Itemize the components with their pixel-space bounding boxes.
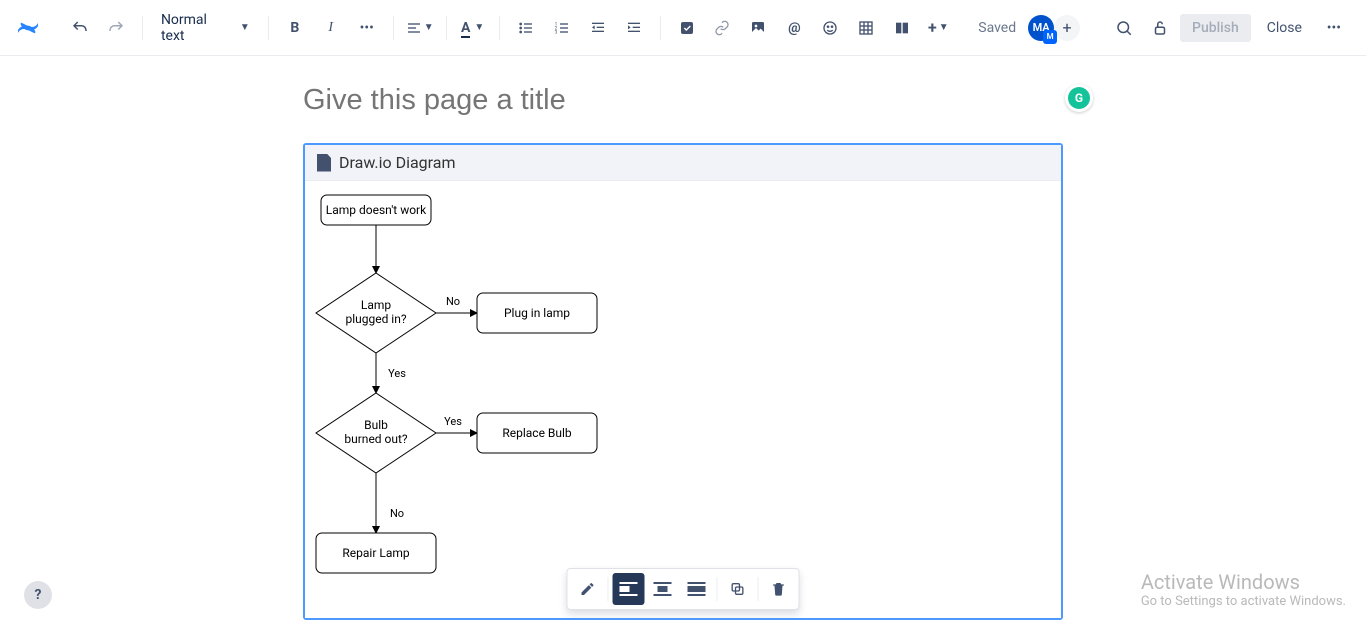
- saved-status: Saved: [978, 20, 1016, 36]
- text-style-label: Normal text: [161, 12, 234, 44]
- mention-button[interactable]: @: [778, 12, 810, 44]
- editor-toolbar: Normal text ▼ B I ••• ▼ A ▼ 123 @: [0, 0, 1366, 56]
- align-center-button[interactable]: [647, 573, 679, 605]
- win-line2: Go to Settings to activate Windows.: [1141, 594, 1346, 609]
- win-line1: Activate Windows: [1141, 570, 1346, 594]
- windows-activation-watermark: Activate Windows Go to Settings to activ…: [1141, 570, 1346, 609]
- italic-button[interactable]: I: [315, 12, 347, 44]
- undo-button[interactable]: [64, 12, 96, 44]
- node-d2-l2: burned out?: [344, 432, 408, 446]
- diagram-canvas: Lamp doesn't work Lamp plugged in? No Pl…: [305, 181, 1061, 618]
- link-button[interactable]: [706, 12, 738, 44]
- publish-button[interactable]: Publish: [1180, 14, 1251, 42]
- help-button[interactable]: ?: [24, 581, 52, 609]
- bold-button[interactable]: B: [279, 12, 311, 44]
- edge-d2-yes: Yes: [444, 415, 462, 428]
- node-start: Lamp doesn't work: [326, 203, 427, 217]
- node-a2: Replace Bulb: [502, 426, 572, 440]
- close-label: Close: [1267, 20, 1302, 36]
- user-avatar[interactable]: MA M: [1028, 15, 1054, 41]
- outdent-button[interactable]: [582, 12, 614, 44]
- text-color-dropdown[interactable]: A ▼: [457, 12, 489, 44]
- avatar-badge: M: [1043, 30, 1057, 44]
- restrictions-button[interactable]: [1144, 12, 1176, 44]
- indent-button[interactable]: [618, 12, 650, 44]
- close-button[interactable]: Close: [1255, 14, 1314, 42]
- align-wide-button[interactable]: [681, 573, 713, 605]
- align-left-button[interactable]: [613, 573, 645, 605]
- edge-d1-no: No: [446, 295, 460, 308]
- node-end: Repair Lamp: [342, 546, 409, 560]
- macro-title: Draw.io Diagram: [339, 153, 456, 172]
- layouts-button[interactable]: [886, 12, 918, 44]
- align-dropdown[interactable]: ▼: [404, 12, 436, 44]
- more-formatting-button[interactable]: •••: [351, 12, 383, 44]
- redo-button[interactable]: [100, 12, 132, 44]
- publish-label: Publish: [1192, 20, 1239, 36]
- grammarly-letter: G: [1068, 87, 1090, 109]
- content-area: G Draw.io Diagram Lamp doesn't work: [0, 56, 1366, 633]
- chevron-down-icon: ▼: [424, 22, 434, 33]
- emoji-button[interactable]: [814, 12, 846, 44]
- edge-d2-no: No: [390, 507, 404, 520]
- insert-dropdown[interactable]: + ▼: [922, 12, 954, 44]
- edit-macro-button[interactable]: [572, 573, 604, 605]
- page-title-input[interactable]: [303, 76, 1063, 133]
- node-a1: Plug in lamp: [504, 306, 570, 320]
- chevron-down-icon: ▼: [474, 22, 484, 33]
- numbered-list-button[interactable]: 123: [546, 12, 578, 44]
- chevron-down-icon: ▼: [240, 22, 250, 33]
- svg-text:3: 3: [554, 29, 557, 35]
- node-d1-l2: plugged in?: [345, 312, 406, 326]
- edge-d1-yes: Yes: [388, 367, 406, 380]
- node-d2-l1: Bulb: [364, 418, 388, 432]
- document-icon: [317, 154, 331, 172]
- copy-button[interactable]: [722, 573, 754, 605]
- more-actions-button[interactable]: •••: [1318, 12, 1350, 44]
- grammarly-badge[interactable]: G: [1065, 84, 1093, 112]
- invite-button[interactable]: +: [1054, 15, 1080, 41]
- macro-header: Draw.io Diagram: [305, 145, 1061, 181]
- bullet-list-button[interactable]: [510, 12, 542, 44]
- flowchart-svg: Lamp doesn't work Lamp plugged in? No Pl…: [305, 181, 1055, 618]
- macro-floating-toolbar: [567, 568, 800, 610]
- drawio-macro[interactable]: Draw.io Diagram Lamp doesn't work Lamp p…: [303, 143, 1063, 620]
- delete-button[interactable]: [763, 573, 795, 605]
- node-d1-l1: Lamp: [361, 298, 392, 312]
- text-style-dropdown[interactable]: Normal text ▼: [153, 12, 258, 44]
- confluence-logo[interactable]: [16, 16, 40, 40]
- image-button[interactable]: [742, 12, 774, 44]
- help-symbol: ?: [35, 587, 42, 603]
- find-button[interactable]: [1108, 12, 1140, 44]
- table-button[interactable]: [850, 12, 882, 44]
- chevron-down-icon: ▼: [939, 22, 949, 33]
- action-item-button[interactable]: [671, 12, 703, 44]
